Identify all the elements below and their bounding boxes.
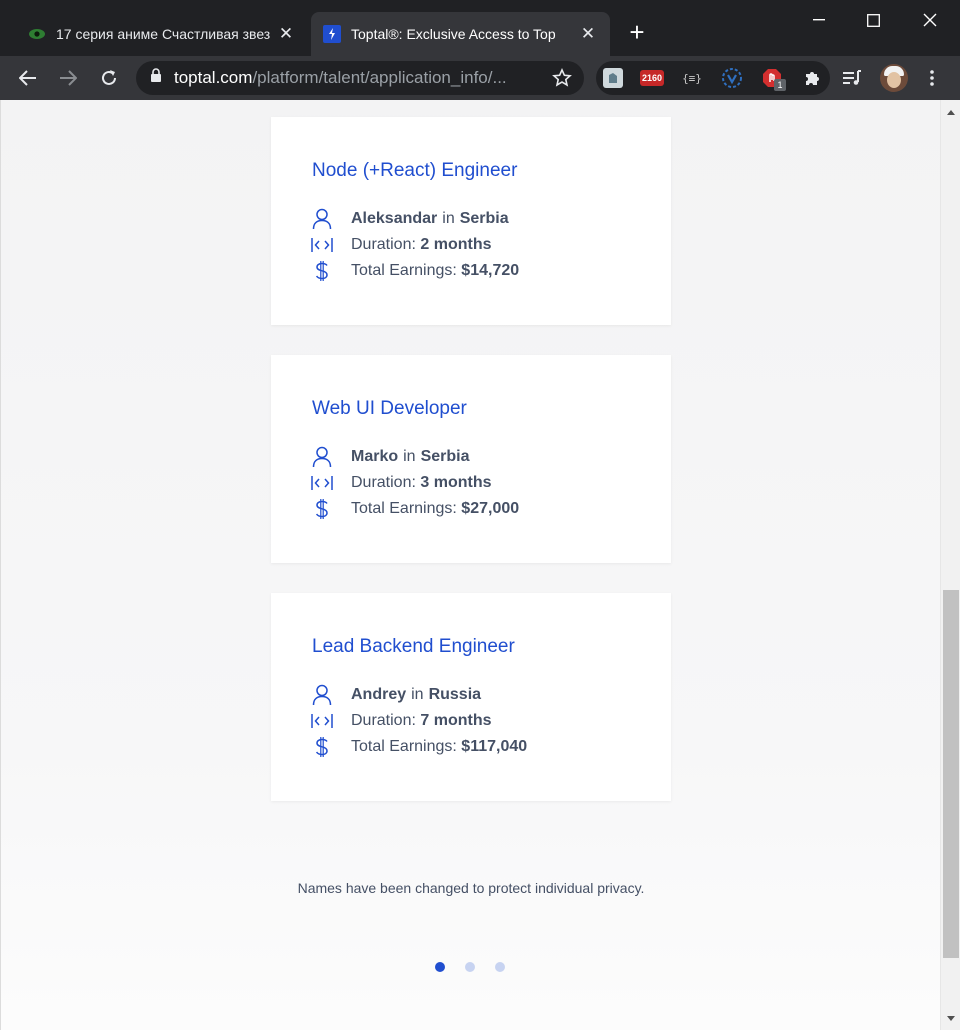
media-queue-icon[interactable] (838, 64, 866, 92)
adblock-icon[interactable]: 1 (760, 66, 786, 91)
page-viewport: Node (+React) Engineer Aleksandar in Serbi… (0, 100, 940, 1030)
duration-value: 3 months (420, 474, 492, 491)
person-icon (311, 446, 333, 468)
person-icon (311, 208, 333, 230)
carousel-dot-3[interactable] (495, 962, 505, 972)
puzzle-icon[interactable] (800, 66, 824, 90)
earnings-value: $117,040 (461, 738, 528, 755)
privacy-note: Names have been changed to protect indiv… (297, 880, 645, 896)
talent-country: Serbia (420, 448, 470, 465)
url-text: toptal.com/platform/talent/application_i… (174, 68, 507, 87)
lock-icon (150, 68, 162, 88)
earnings-row: Total Earnings: $14,720 (311, 259, 519, 283)
close-icon[interactable]: ✕ (578, 24, 598, 44)
carousel-dot-2[interactable] (465, 962, 475, 972)
engagement-card: Web UI Developer Marko in Serbia Duration:… (271, 355, 671, 563)
tab-title: Toptal®: Exclusive Access to Top (351, 26, 556, 42)
duration-value: 2 months (420, 236, 492, 253)
tab-anime[interactable]: 17 серия аниме Счастливая звезда ✕ (16, 12, 308, 56)
address-bar[interactable]: toptal.com/platform/talent/application_i… (136, 61, 584, 95)
window-close-icon[interactable] (915, 8, 945, 32)
scrollbar-thumb[interactable] (943, 590, 959, 958)
bookmark-star-icon[interactable] (552, 68, 572, 93)
talent-row: Aleksandar in Serbia (311, 207, 509, 231)
tab-toptal[interactable]: Toptal®: Exclusive Access to Top ✕ (311, 12, 610, 56)
duration-row: Duration: 7 months (311, 709, 492, 733)
carousel-pagination (435, 962, 505, 972)
earnings-value: $14,720 (461, 262, 520, 279)
toptal-icon (323, 25, 341, 43)
dollar-icon (311, 260, 333, 282)
badge-2160-icon[interactable]: 2160 (640, 66, 664, 90)
talent-country: Serbia (459, 210, 509, 227)
forward-icon[interactable] (54, 64, 82, 92)
card-title: Lead Backend Engineer (312, 636, 515, 657)
minimize-icon[interactable] (804, 8, 834, 32)
vertical-scrollbar[interactable] (940, 100, 960, 1030)
talent-row: Andrey in Russia (311, 683, 481, 707)
adblock-count-badge: 1 (774, 79, 786, 91)
scroll-up-arrow-icon[interactable] (941, 102, 960, 122)
dollar-icon (311, 736, 333, 758)
profile-ext-icon[interactable] (601, 66, 625, 90)
menu-kebab-icon[interactable] (918, 64, 946, 92)
close-icon[interactable]: ✕ (276, 24, 296, 44)
avatar[interactable] (880, 64, 908, 92)
maximize-icon[interactable] (858, 8, 888, 32)
new-tab-button[interactable]: + (624, 18, 650, 46)
talent-name: Aleksandar (351, 210, 438, 227)
card-title: Node (+React) Engineer (312, 160, 518, 181)
duration-icon (311, 710, 333, 732)
talent-name: Marko (351, 448, 399, 465)
duration-value: 7 months (420, 712, 492, 729)
scroll-down-arrow-icon[interactable] (941, 1008, 960, 1028)
earnings-value: $27,000 (461, 500, 520, 517)
earnings-row: Total Earnings: $27,000 (311, 497, 519, 521)
vue-devtools-icon[interactable] (720, 66, 744, 90)
duration-row: Duration: 2 months (311, 233, 492, 257)
person-icon (311, 684, 333, 706)
extensions-area: 2160 {≡} 1 (596, 61, 830, 95)
engagement-card: Node (+React) Engineer Aleksandar in Serbi… (271, 117, 671, 325)
talent-country: Russia (428, 686, 482, 703)
back-icon[interactable] (14, 64, 42, 92)
card-title: Web UI Developer (312, 398, 467, 419)
tab-title: 17 серия аниме Счастливая звезда (56, 26, 270, 42)
duration-icon (311, 234, 333, 256)
earnings-row: Total Earnings: $117,040 (311, 735, 527, 759)
tab-strip: 17 серия аниме Счастливая звезда ✕ Topta… (0, 0, 960, 56)
browser-toolbar: toptal.com/platform/talent/application_i… (0, 56, 960, 100)
dollar-icon (311, 498, 333, 520)
duration-icon (311, 472, 333, 494)
duration-row: Duration: 3 months (311, 471, 492, 495)
carousel-dot-1[interactable] (435, 962, 445, 972)
code-ext-icon[interactable]: {≡} (680, 66, 704, 90)
engagement-card: Lead Backend Engineer Andrey in Russia Dur… (271, 593, 671, 801)
talent-row: Marko in Serbia (311, 445, 470, 469)
reload-icon[interactable] (95, 64, 123, 92)
eye-icon (28, 25, 46, 43)
talent-name: Andrey (351, 686, 407, 703)
